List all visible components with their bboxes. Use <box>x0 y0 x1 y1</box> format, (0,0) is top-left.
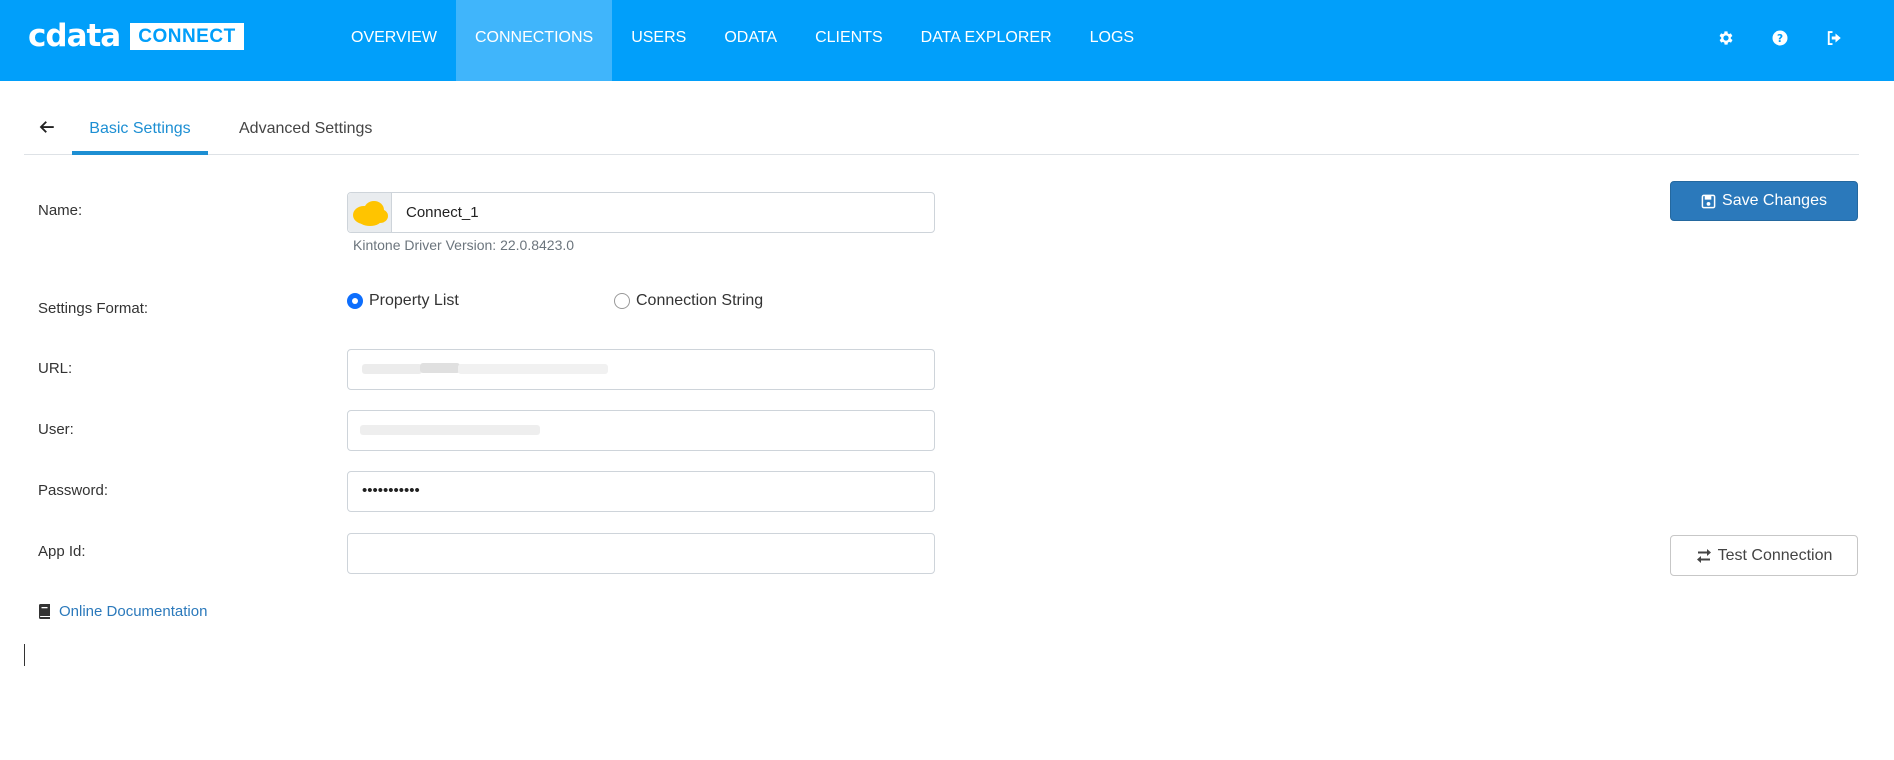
appid-field[interactable] <box>347 533 935 574</box>
tab-basic-settings[interactable]: Basic Settings <box>72 112 208 155</box>
help-icon[interactable]: ? <box>1768 26 1792 50</box>
user-field[interactable] <box>347 410 935 451</box>
radio-unselected-icon <box>614 293 630 309</box>
radio-selected-icon <box>347 293 363 309</box>
logo-badge: CONNECT <box>130 23 244 50</box>
top-navbar: cdata CONNECT OVERVIEW CONNECTIONS USERS… <box>0 0 1894 81</box>
name-label: Name: <box>38 202 83 219</box>
main-nav: OVERVIEW CONNECTIONS USERS ODATA CLIENTS… <box>332 0 1153 81</box>
gear-icon[interactable] <box>1714 26 1738 50</box>
save-changes-label: Save Changes <box>1722 192 1827 209</box>
sign-out-icon[interactable] <box>1822 26 1846 50</box>
radio-connection-string-label: Connection String <box>636 292 764 309</box>
driver-version: Kintone Driver Version: 22.0.8423.0 <box>353 237 575 253</box>
password-field[interactable]: ••••••••••• <box>347 471 935 512</box>
url-field[interactable] <box>347 349 935 390</box>
url-blurred-value <box>420 363 460 373</box>
nav-users[interactable]: USERS <box>612 0 705 81</box>
kintone-icon-box <box>348 193 392 232</box>
nav-data-explorer[interactable]: DATA EXPLORER <box>902 0 1071 81</box>
password-label: Password: <box>38 482 109 499</box>
nav-connections[interactable]: CONNECTIONS <box>455 0 613 81</box>
svg-text:?: ? <box>1777 32 1783 44</box>
name-value: Connect_1 <box>406 204 479 221</box>
settings-format-label: Settings Format: <box>38 300 149 317</box>
radio-property-list-label: Property List <box>369 292 459 309</box>
online-documentation-link[interactable]: Online Documentation <box>38 603 207 620</box>
name-field[interactable]: Connect_1 <box>347 192 935 233</box>
radio-connection-string[interactable]: Connection String <box>614 292 763 310</box>
nav-overview[interactable]: OVERVIEW <box>332 0 456 81</box>
radio-property-list[interactable]: Property List <box>347 292 459 310</box>
arrow-left-icon[interactable] <box>38 118 58 138</box>
settings-tabs: Basic Settings Advanced Settings <box>24 112 1859 155</box>
url-blurred-value <box>362 364 422 374</box>
text-caret <box>24 644 25 666</box>
url-label: URL: <box>38 360 73 377</box>
password-value: ••••••••••• <box>362 482 420 499</box>
user-label: User: <box>38 421 74 438</box>
book-icon <box>38 604 51 619</box>
nav-clients[interactable]: CLIENTS <box>796 0 902 81</box>
top-icon-group: ? <box>1714 0 1846 75</box>
cdata-connect-logo[interactable]: cdata CONNECT <box>28 18 244 54</box>
tab-advanced-settings[interactable]: Advanced Settings <box>239 112 372 155</box>
save-icon <box>1701 194 1716 209</box>
save-changes-button[interactable]: Save Changes <box>1670 181 1858 221</box>
online-documentation-label: Online Documentation <box>59 603 208 620</box>
test-connection-button[interactable]: Test Connection <box>1670 535 1858 576</box>
logo-text: cdata <box>28 18 121 54</box>
nav-odata[interactable]: ODATA <box>705 0 796 81</box>
user-blurred-value <box>360 425 540 435</box>
appid-label: App Id: <box>38 543 86 560</box>
exchange-icon <box>1696 548 1712 564</box>
nav-logs[interactable]: LOGS <box>1071 0 1153 81</box>
test-connection-label: Test Connection <box>1717 546 1833 564</box>
url-blurred-value <box>458 364 608 374</box>
kintone-cloud-icon <box>353 201 388 226</box>
